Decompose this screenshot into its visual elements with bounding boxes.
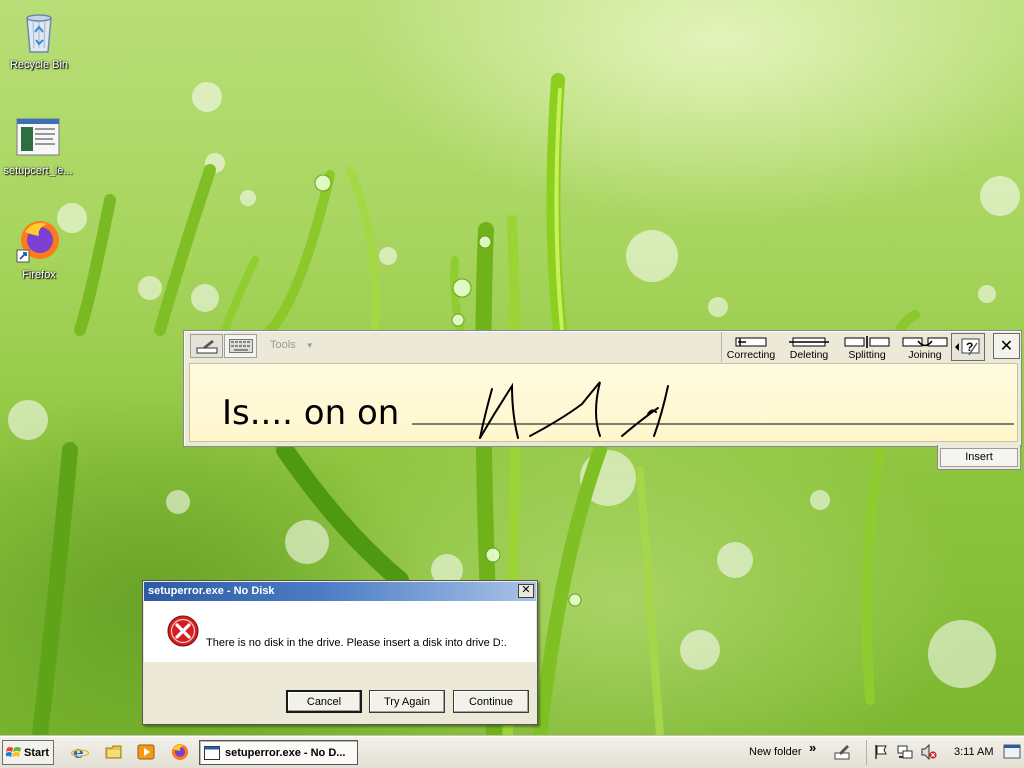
input-panel-toolbar: Tools ▼ Correcting Deleting Splitting Jo… — [184, 331, 1021, 363]
correcting-label: Correcting — [726, 349, 776, 361]
dialog-title: setuperror.exe - No Disk — [148, 585, 275, 597]
handwriting-text: Is.... on on — [222, 393, 399, 433]
close-icon[interactable]: ✕ — [518, 584, 534, 598]
folder-icon[interactable] — [105, 743, 123, 761]
continue-button[interactable]: Continue — [453, 690, 529, 713]
error-message: There is no disk in the drive. Please in… — [206, 637, 507, 649]
deleting-icon — [789, 337, 829, 347]
new-folder-toolbar[interactable]: New folder — [749, 746, 802, 758]
input-panel: Tools ▼ Correcting Deleting Splitting Jo… — [183, 330, 1022, 447]
deleting-label: Deleting — [789, 349, 829, 361]
dialog-body — [144, 601, 536, 662]
show-desktop-icon[interactable] — [1003, 742, 1021, 762]
splitting-button[interactable]: Splitting — [838, 332, 896, 362]
cancel-button[interactable]: Cancel — [286, 690, 362, 713]
desktop-icon-recycle-bin[interactable]: Recycle Bin — [1, 8, 77, 71]
correcting-button[interactable]: Correcting — [722, 332, 780, 362]
pen-icon — [196, 340, 217, 354]
handwriting-ink: Is.... on on — [222, 381, 1014, 439]
recycle-bin-icon — [15, 8, 63, 56]
desktop-icon-label: Firefox — [22, 269, 56, 281]
taskbar-item-setuperror[interactable]: setuperror.exe - No D... — [199, 740, 358, 765]
try-again-button[interactable]: Try Again — [369, 690, 445, 713]
insert-button[interactable]: Insert — [937, 445, 1021, 470]
pen-input-icon[interactable] — [834, 744, 850, 760]
writing-pad-button[interactable] — [190, 334, 223, 358]
joining-icon — [902, 337, 948, 347]
firefox-icon[interactable] — [171, 743, 189, 761]
splitting-label: Splitting — [848, 349, 886, 361]
network-icon[interactable] — [897, 744, 913, 760]
desktop-icon-label: setupcert_le... — [3, 165, 73, 177]
desktop-icon-setupcert[interactable]: setupcert_le... — [0, 114, 76, 177]
dropdown-arrow-icon: ▼ — [305, 341, 314, 350]
insert-label: Insert — [940, 447, 1018, 467]
tools-menu[interactable]: Tools ▼ — [270, 339, 314, 351]
error-dialog: setuperror.exe - No Disk ✕ There is no d… — [142, 580, 538, 725]
splitting-icon — [844, 336, 890, 348]
svg-text:e: e — [73, 743, 84, 761]
error-icon — [167, 615, 199, 647]
deleting-button[interactable]: Deleting — [780, 332, 838, 362]
window-icon — [204, 745, 220, 760]
clock[interactable]: 3:11 AM — [954, 746, 994, 758]
taskbar: Start e setuperror.exe - No D... New fol… — [0, 736, 1024, 768]
correcting-icon — [735, 337, 767, 347]
windows-logo-icon — [6, 746, 21, 757]
help-button[interactable]: ? — [951, 333, 985, 361]
action-center-flag-icon[interactable] — [873, 744, 889, 760]
dialog-title-bar[interactable]: setuperror.exe - No Disk ✕ — [144, 582, 536, 601]
volume-muted-icon[interactable] — [921, 744, 937, 760]
desktop-icon-label: Recycle Bin — [9, 59, 69, 71]
close-icon[interactable]: ✕ — [993, 333, 1020, 359]
keyboard-icon — [228, 339, 253, 353]
desktop-icon-firefox[interactable]: Firefox — [1, 218, 77, 281]
system-tray: 3:11 AM — [866, 740, 1021, 765]
taskbar-item-label: setuperror.exe - No D... — [225, 746, 346, 759]
internet-explorer-icon[interactable]: e — [71, 743, 89, 761]
media-player-icon[interactable] — [137, 743, 155, 761]
start-button[interactable]: Start — [2, 740, 54, 765]
help-icon: ? — [955, 338, 980, 356]
document-window-icon — [14, 114, 62, 162]
joining-button[interactable]: Joining — [896, 332, 954, 362]
start-label: Start — [24, 746, 50, 759]
gesture-actions: Correcting Deleting Splitting Joining — [721, 332, 987, 362]
svg-text:?: ? — [966, 340, 973, 354]
firefox-icon — [15, 218, 63, 266]
tools-menu-label: Tools — [270, 339, 296, 351]
keyboard-button[interactable] — [224, 334, 257, 358]
chevron-icon[interactable]: » — [809, 740, 816, 755]
writing-pad[interactable]: Is.... on on — [189, 363, 1018, 442]
joining-label: Joining — [908, 349, 942, 361]
